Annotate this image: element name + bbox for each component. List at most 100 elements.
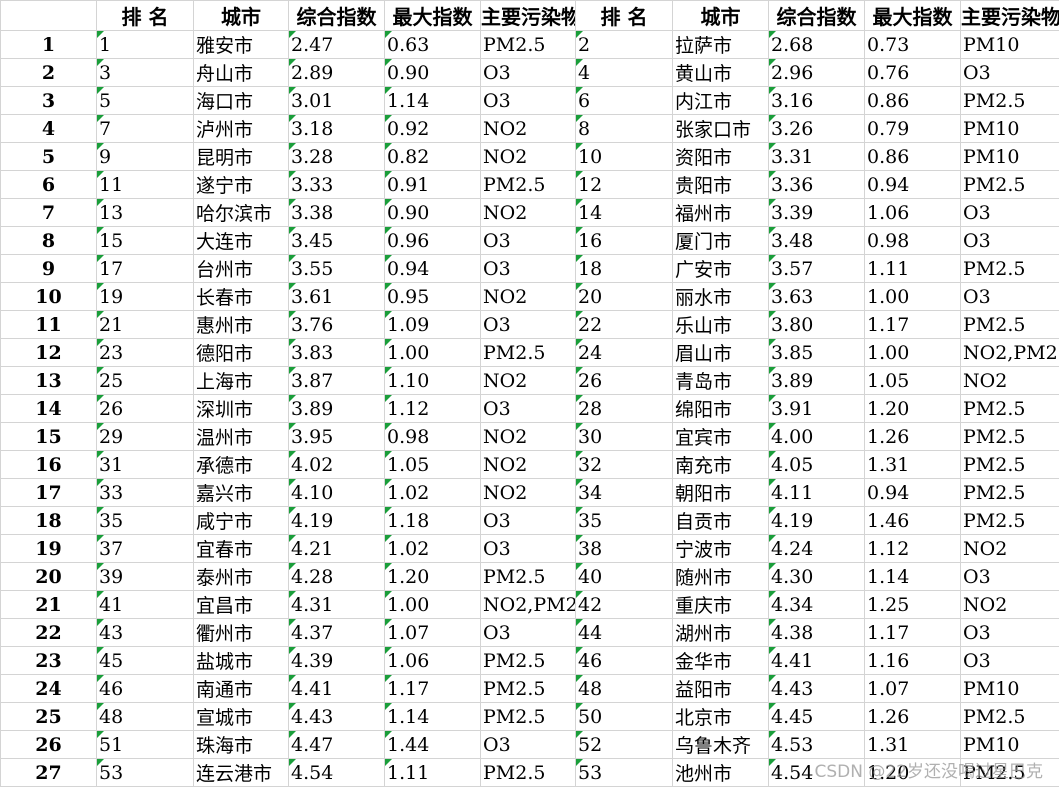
row-header[interactable]: 19: [0, 534, 97, 563]
cell-main-pollutant[interactable]: NO2: [960, 590, 1059, 619]
cell-max-index[interactable]: 0.90: [384, 58, 481, 87]
row-header[interactable]: 26: [0, 730, 97, 759]
cell-rank[interactable]: 48: [575, 674, 673, 703]
cell-main-pollutant[interactable]: O3: [960, 58, 1059, 87]
cell-rank[interactable]: 43: [96, 618, 194, 647]
cell-main-pollutant[interactable]: O3: [480, 506, 576, 535]
cell-rank[interactable]: 53: [575, 758, 673, 787]
cell-city[interactable]: 厦门市: [672, 226, 769, 255]
cell-city[interactable]: 惠州市: [193, 310, 289, 339]
cell-main-pollutant[interactable]: NO2,PM2.5: [480, 590, 576, 619]
cell-composite-index[interactable]: 3.91: [768, 394, 865, 423]
cell-main-pollutant[interactable]: NO2: [960, 534, 1059, 563]
row-header[interactable]: 5: [0, 142, 97, 171]
cell-max-index[interactable]: 1.06: [384, 646, 481, 675]
cell-max-index[interactable]: 0.90: [384, 198, 481, 227]
cell-max-index[interactable]: 0.94: [864, 478, 961, 507]
cell-main-pollutant[interactable]: NO2: [480, 142, 576, 171]
cell-max-index[interactable]: 0.98: [384, 422, 481, 451]
cell-composite-index[interactable]: 3.38: [288, 198, 385, 227]
cell-city[interactable]: 海口市: [193, 86, 289, 115]
cell-city[interactable]: 福州市: [672, 198, 769, 227]
cell-city[interactable]: 湖州市: [672, 618, 769, 647]
cell-city[interactable]: 台州市: [193, 254, 289, 283]
cell-main-pollutant[interactable]: O3: [960, 618, 1059, 647]
cell-city[interactable]: 宜宾市: [672, 422, 769, 451]
row-header[interactable]: 1: [0, 30, 97, 59]
cell-rank[interactable]: 26: [96, 394, 194, 423]
cell-composite-index[interactable]: 3.33: [288, 170, 385, 199]
cell-rank[interactable]: 14: [575, 198, 673, 227]
cell-max-index[interactable]: 1.05: [864, 366, 961, 395]
cell-composite-index[interactable]: 4.53: [768, 730, 865, 759]
cell-max-index[interactable]: 1.25: [864, 590, 961, 619]
cell-main-pollutant[interactable]: NO2: [480, 198, 576, 227]
cell-rank[interactable]: 35: [575, 506, 673, 535]
cell-max-index[interactable]: 1.14: [384, 86, 481, 115]
header-rank[interactable]: 排 名: [96, 0, 194, 31]
cell-main-pollutant[interactable]: PM2.5: [960, 506, 1059, 535]
cell-city[interactable]: 自贡市: [672, 506, 769, 535]
cell-city[interactable]: 宣城市: [193, 702, 289, 731]
cell-rank[interactable]: 8: [575, 114, 673, 143]
cell-composite-index[interactable]: 4.47: [288, 730, 385, 759]
cell-max-index[interactable]: 1.00: [864, 338, 961, 367]
cell-main-pollutant[interactable]: PM2.5: [960, 478, 1059, 507]
cell-max-index[interactable]: 1.20: [864, 394, 961, 423]
cell-composite-index[interactable]: 4.30: [768, 562, 865, 591]
cell-main-pollutant[interactable]: PM2.5: [960, 310, 1059, 339]
row-header[interactable]: 2: [0, 58, 97, 87]
cell-composite-index[interactable]: 3.01: [288, 86, 385, 115]
cell-rank[interactable]: 42: [575, 590, 673, 619]
cell-max-index[interactable]: 1.09: [384, 310, 481, 339]
row-header[interactable]: 15: [0, 422, 97, 451]
cell-main-pollutant[interactable]: NO2: [480, 478, 576, 507]
header-composite-index[interactable]: 综合指数: [288, 0, 385, 31]
cell-max-index[interactable]: 0.96: [384, 226, 481, 255]
cell-main-pollutant[interactable]: PM2.5: [480, 758, 576, 787]
cell-rank[interactable]: 35: [96, 506, 194, 535]
cell-composite-index[interactable]: 3.76: [288, 310, 385, 339]
cell-rank[interactable]: 3: [96, 58, 194, 87]
row-header[interactable]: 27: [0, 758, 97, 787]
cell-max-index[interactable]: 1.05: [384, 450, 481, 479]
cell-main-pollutant[interactable]: O3: [480, 534, 576, 563]
cell-composite-index[interactable]: 4.24: [768, 534, 865, 563]
cell-main-pollutant[interactable]: PM2.5: [480, 674, 576, 703]
cell-rank[interactable]: 18: [575, 254, 673, 283]
cell-city[interactable]: 金华市: [672, 646, 769, 675]
cell-main-pollutant[interactable]: O3: [480, 310, 576, 339]
cell-city[interactable]: 雅安市: [193, 30, 289, 59]
cell-rank[interactable]: 20: [575, 282, 673, 311]
cell-rank[interactable]: 15: [96, 226, 194, 255]
cell-main-pollutant[interactable]: PM2.5: [960, 170, 1059, 199]
cell-city[interactable]: 朝阳市: [672, 478, 769, 507]
cell-composite-index[interactable]: 3.80: [768, 310, 865, 339]
cell-composite-index[interactable]: 2.96: [768, 58, 865, 87]
cell-rank[interactable]: 19: [96, 282, 194, 311]
row-header[interactable]: 25: [0, 702, 97, 731]
row-header[interactable]: 24: [0, 674, 97, 703]
row-header[interactable]: 17: [0, 478, 97, 507]
cell-rank[interactable]: 32: [575, 450, 673, 479]
cell-max-index[interactable]: 0.79: [864, 114, 961, 143]
cell-max-index[interactable]: 1.06: [864, 198, 961, 227]
cell-city[interactable]: 眉山市: [672, 338, 769, 367]
cell-max-index[interactable]: 0.92: [384, 114, 481, 143]
cell-city[interactable]: 广安市: [672, 254, 769, 283]
cell-city[interactable]: 绵阳市: [672, 394, 769, 423]
cell-rank[interactable]: 12: [575, 170, 673, 199]
row-header[interactable]: 13: [0, 366, 97, 395]
cell-city[interactable]: 宜春市: [193, 534, 289, 563]
row-header[interactable]: 12: [0, 338, 97, 367]
cell-city[interactable]: 嘉兴市: [193, 478, 289, 507]
row-header[interactable]: 14: [0, 394, 97, 423]
cell-max-index[interactable]: 1.16: [864, 646, 961, 675]
cell-city[interactable]: 丽水市: [672, 282, 769, 311]
header-rank[interactable]: 排 名: [575, 0, 673, 31]
cell-city[interactable]: 珠海市: [193, 730, 289, 759]
cell-composite-index[interactable]: 4.54: [288, 758, 385, 787]
cell-composite-index[interactable]: 2.68: [768, 30, 865, 59]
header-max-index[interactable]: 最大指数: [384, 0, 481, 31]
cell-composite-index[interactable]: 4.43: [768, 674, 865, 703]
